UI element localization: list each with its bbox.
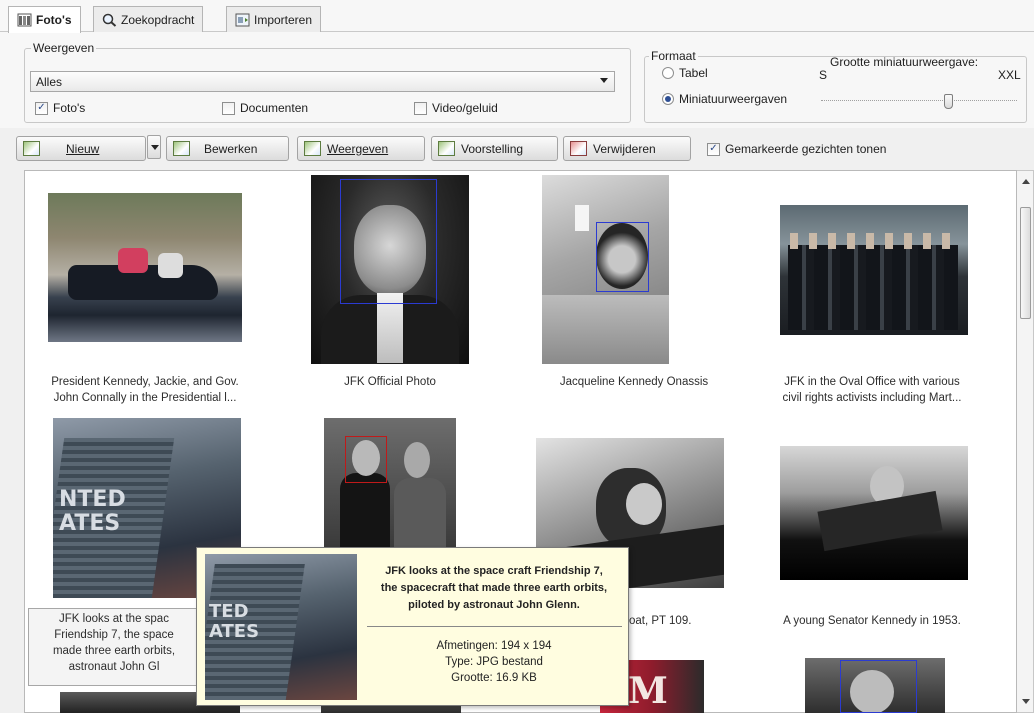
photo-caption: made three earth orbits, [52,645,176,657]
tooltip-title: JFK looks at the space craft Friendship … [385,565,603,577]
chevron-down-icon [151,145,159,150]
photo-thumb[interactable] [780,446,968,580]
delete-button[interactable]: Verwijderen [563,136,691,161]
checkbox-video-label: Video/geluid [432,101,498,115]
photo-caption: JFK in the Oval Office with various [784,376,960,388]
face-marker[interactable] [345,436,387,483]
size-min-label: S [819,68,828,82]
import-icon [235,13,250,26]
new-button-label: Nieuw [66,141,100,156]
slideshow-icon [438,141,455,156]
size-slider-thumb[interactable] [944,94,953,109]
new-dropdown-button[interactable] [147,135,161,159]
checkbox-show-faces-label: Gemarkeerde gezichten tonen [725,142,887,156]
checkbox-show-faces-box[interactable]: ✓ [707,142,720,156]
view-icon [304,141,321,156]
radio-thumbnails-label: Miniatuurweergaven [679,92,788,106]
photo-thumb[interactable] [805,658,945,713]
photo-thumb[interactable] [780,205,968,335]
photo-caption: President Kennedy, Jackie, and Gov. [51,376,239,388]
photo-caption: Jacqueline Kennedy Onassis [559,376,709,388]
face-marker[interactable] [340,179,437,304]
tab-photos-label: Foto's [36,13,72,27]
radio-table-button[interactable] [662,67,674,79]
gallery-scrollbar[interactable] [1017,170,1034,713]
tooltip-preview: TED ATES [205,554,357,700]
caption-tooltip-behind: JFK looks at the spac Friendship 7, the … [28,608,198,686]
photo-tooltip: TED ATES JFK looks at the space craft Fri… [196,547,629,706]
slideshow-button-label: Voorstelling [461,141,524,156]
edit-button-label: Bewerken [204,141,258,156]
tab-import[interactable]: Importeren [226,6,322,32]
edit-button[interactable]: Bewerken [166,136,289,161]
radio-table-label: Tabel [679,66,708,80]
delete-icon [570,141,587,156]
checkbox-documents-box[interactable] [222,101,235,115]
checkbox-video[interactable]: Video/geluid [414,101,498,115]
view-select[interactable]: Alles [30,71,615,92]
checkbox-photos[interactable]: ✓ Foto's [35,101,85,115]
chevron-down-icon [600,78,608,83]
face-marker[interactable] [840,660,917,713]
photo-caption: astronaut John Gl [68,661,160,673]
tooltip-title: the spacecraft that made three earth orb… [380,582,608,594]
scroll-down-icon[interactable] [1022,699,1030,704]
tooltip-dimensions: Afmetingen: 194 x 194 [436,640,552,652]
checkbox-photos-label: Foto's [53,101,86,115]
view-select-value: Alles [36,75,63,89]
view-button[interactable]: Weergeven [297,136,425,161]
photo-thumb[interactable] [48,193,242,342]
new-button[interactable]: Nieuw [16,136,146,161]
checkbox-documents-label: Documenten [240,101,309,115]
size-slider[interactable] [821,100,1017,102]
photo-grid-icon [17,13,32,27]
size-label: Grootte miniatuurweergave: [830,55,979,69]
scroll-up-icon[interactable] [1022,179,1030,184]
search-icon [102,13,117,27]
tab-photos[interactable]: Foto's [8,6,81,33]
delete-button-label: Verwijderen [593,141,656,156]
photo-caption: JFK Official Photo [344,376,436,388]
size-max-label: XXL [998,68,1021,82]
tooltip-type: Type: JPG bestand [445,656,543,668]
edit-icon [173,141,190,156]
photo-caption: Friendship 7, the space [54,629,174,641]
photo-caption: John Connally in the Presidential l... [53,392,237,404]
tab-search-label: Zoekopdracht [121,12,195,27]
tab-bar: Foto's Zoekopdracht Importeren [0,0,1034,33]
radio-thumbnails[interactable]: Miniatuurweergaven [662,92,787,106]
tab-search[interactable]: Zoekopdracht [93,6,204,32]
tooltip-divider [367,626,622,627]
photo-thumb[interactable] [311,175,469,364]
tooltip-size: Grootte: 16.9 KB [451,672,537,684]
slideshow-button[interactable]: Voorstelling [431,136,558,161]
tooltip-title: piloted by astronaut John Glenn. [408,599,580,611]
photo-thumb[interactable] [542,175,669,364]
photo-caption: civil rights activists including Mart... [782,392,962,404]
view-button-label: Weergeven [327,141,389,156]
checkbox-documents[interactable]: Documenten [222,101,308,115]
checkbox-photos-box[interactable]: ✓ [35,101,48,115]
scrollbar-thumb[interactable] [1020,207,1031,319]
photo-caption: A young Senator Kennedy in 1953. [783,615,961,627]
format-legend: Formaat [649,49,698,63]
radio-table[interactable]: Tabel [662,66,708,80]
checkbox-video-box[interactable] [414,101,427,115]
tab-import-label: Importeren [254,12,313,27]
photo-caption: JFK looks at the spac [59,613,169,625]
new-icon [23,141,40,156]
view-legend: Weergeven [31,41,97,55]
radio-thumbnails-button[interactable] [662,93,674,105]
face-marker[interactable] [596,222,649,292]
photo-thumb[interactable] [324,418,456,548]
checkbox-show-faces[interactable]: ✓ Gemarkeerde gezichten tonen [707,142,886,156]
